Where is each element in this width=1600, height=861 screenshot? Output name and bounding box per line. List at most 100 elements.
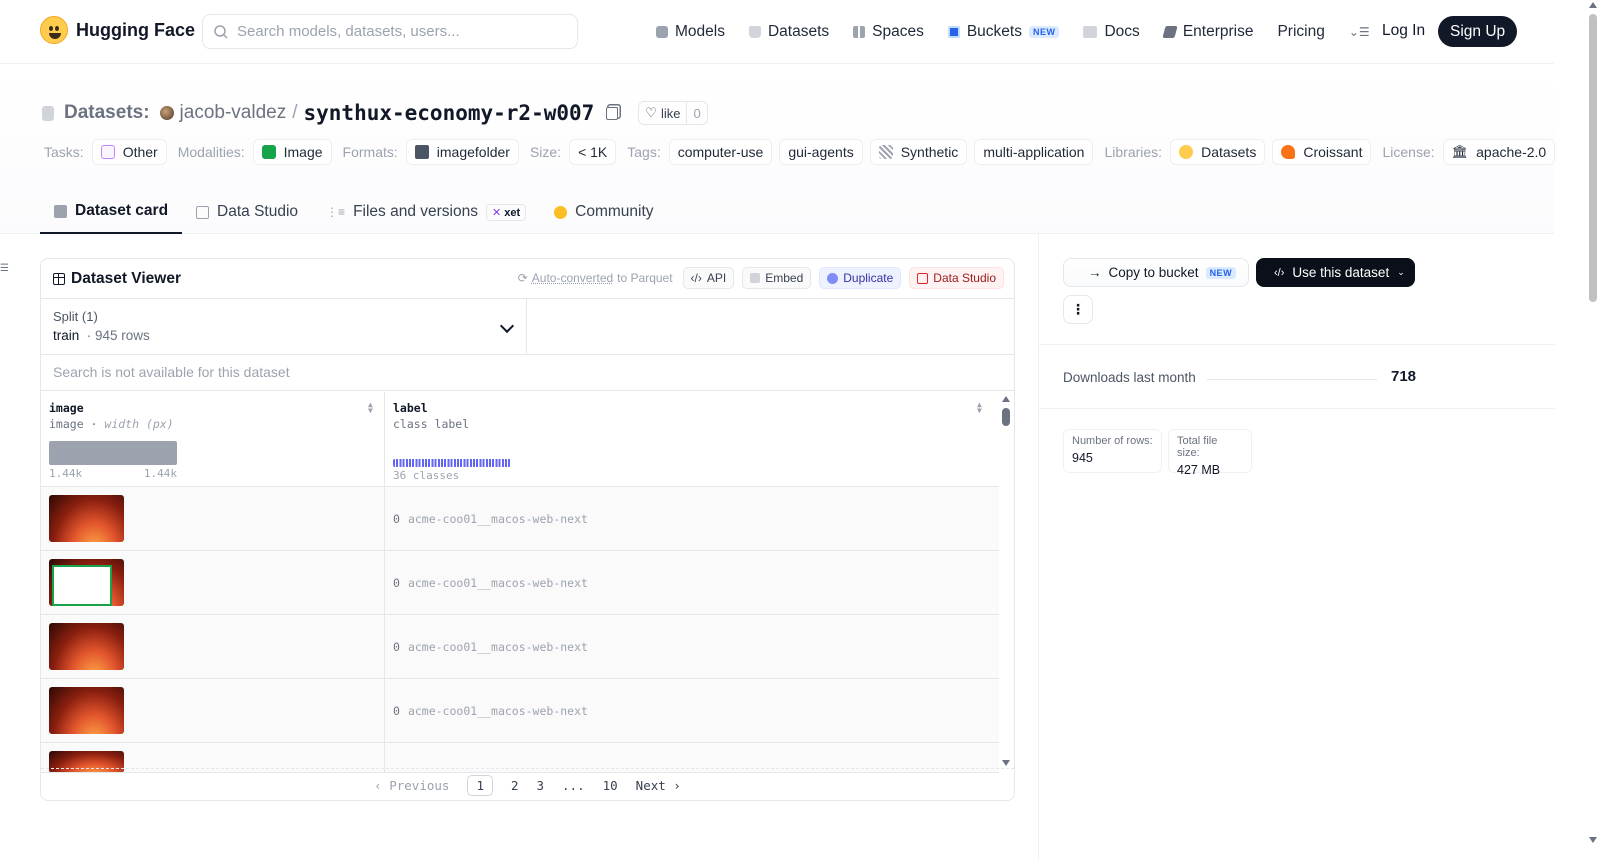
auto-converted-suffix: to Parquet bbox=[617, 271, 673, 285]
image-thumbnail[interactable] bbox=[49, 623, 124, 670]
auto-converted-link[interactable]: Auto-converted bbox=[532, 271, 613, 285]
sidebar-toggle-icon[interactable]: ☰ bbox=[0, 263, 9, 274]
split-value: train bbox=[53, 328, 80, 343]
column-header-label[interactable]: label class label 36 classes ▲ ▼ bbox=[385, 392, 999, 486]
nav-buckets[interactable]: Buckets NEW bbox=[947, 23, 1060, 41]
more-options-button[interactable]: ⋮ bbox=[1063, 295, 1093, 324]
scroll-up-icon[interactable] bbox=[1589, 2, 1597, 8]
page-10[interactable]: 10 bbox=[603, 778, 618, 793]
table-header: image image · width (px) 1.44k 1.44k ▲ ▼ l… bbox=[41, 392, 999, 487]
data-studio-button[interactable]: Data Studio bbox=[909, 267, 1004, 289]
image-thumbnail[interactable] bbox=[49, 559, 124, 606]
downloads-value: 718 bbox=[1391, 368, 1417, 385]
class-distribution-bar[interactable] bbox=[393, 459, 511, 467]
signup-button[interactable]: Sign Up bbox=[1438, 16, 1518, 47]
use-this-dataset-button[interactable]: ‹/› Use this dataset ⌄ bbox=[1256, 258, 1415, 287]
image-cell bbox=[41, 551, 385, 614]
logo[interactable]: Hugging Face bbox=[40, 16, 195, 44]
table-row[interactable]: 0 acme-coo01__macos-web-next bbox=[41, 679, 999, 743]
folder-icon bbox=[414, 145, 429, 159]
nav-more-menu[interactable]: ⌄☰ bbox=[1349, 25, 1370, 39]
column-type: class label bbox=[393, 417, 470, 431]
search-box[interactable] bbox=[202, 14, 578, 49]
scroll-up-icon[interactable] bbox=[1002, 396, 1010, 402]
label-text: acme-coo01__macos-web-next bbox=[407, 575, 588, 590]
tag-modality-image[interactable]: Image bbox=[252, 139, 332, 165]
tag-multi-application[interactable]: multi-application bbox=[974, 139, 1094, 165]
tag-license[interactable]: 🏛 apache-2.0 bbox=[1442, 139, 1556, 165]
dataset-tabs: Dataset card Data Studio ⋮≡ Files and ver… bbox=[40, 190, 668, 234]
page-1[interactable]: 1 bbox=[467, 775, 493, 796]
code-icon: ‹/› bbox=[1274, 266, 1285, 279]
tab-data-studio[interactable]: Data Studio bbox=[182, 190, 312, 234]
next-page-button[interactable]: Next › bbox=[636, 778, 681, 793]
formats-label: Formats: bbox=[342, 144, 398, 160]
button-label: API bbox=[706, 271, 727, 285]
nav-enterprise[interactable]: Enterprise bbox=[1162, 23, 1253, 41]
tag-computer-use[interactable]: computer-use bbox=[668, 139, 773, 165]
auto-converted-note[interactable]: ⟳ Auto-converted to Parquet bbox=[518, 271, 673, 285]
login-link[interactable]: Log In bbox=[1382, 22, 1425, 40]
stat-total-file-size: Total file size: 427 MB bbox=[1168, 429, 1252, 477]
search-input[interactable] bbox=[237, 23, 567, 40]
scroll-thumb[interactable] bbox=[1002, 408, 1010, 426]
like-button[interactable]: ♡ like 0 bbox=[638, 101, 708, 125]
tab-dataset-card[interactable]: Dataset card bbox=[40, 190, 183, 234]
tags-label: Tags: bbox=[627, 144, 661, 160]
page-scrollbar[interactable] bbox=[1586, 0, 1600, 861]
image-thumbnail[interactable] bbox=[49, 687, 124, 734]
nav-datasets[interactable]: Datasets bbox=[748, 23, 830, 41]
sort-icon[interactable]: ▲ ▼ bbox=[368, 401, 376, 415]
new-badge: NEW bbox=[1205, 266, 1237, 279]
table-scrollbar[interactable] bbox=[1002, 396, 1010, 766]
chip-label: gui-agents bbox=[788, 144, 854, 160]
image-thumbnail[interactable] bbox=[49, 495, 124, 542]
tag-library-datasets[interactable]: Datasets bbox=[1170, 139, 1266, 165]
sort-icon[interactable]: ▲ ▼ bbox=[977, 401, 985, 415]
split-label: Split (1) bbox=[53, 309, 98, 324]
table-row[interactable]: 0 acme-coo01__macos-web-next bbox=[41, 551, 999, 615]
scroll-down-icon[interactable] bbox=[1589, 837, 1597, 843]
tag-format-imagefolder[interactable]: imagefolder bbox=[405, 139, 519, 165]
hist-min: 1.44k bbox=[49, 467, 83, 480]
new-badge: NEW bbox=[1028, 26, 1060, 38]
tag-synthetic[interactable]: Synthetic bbox=[869, 139, 968, 165]
chip-label: Image bbox=[283, 144, 323, 160]
nav-label: Datasets bbox=[767, 23, 830, 40]
split-selector[interactable]: Split (1) train · 945 rows bbox=[41, 299, 527, 354]
nav-spaces[interactable]: Spaces bbox=[853, 23, 924, 41]
scroll-down-icon[interactable] bbox=[1002, 760, 1010, 766]
tasks-label: Tasks: bbox=[44, 144, 84, 160]
page-scroll-thumb[interactable] bbox=[1589, 14, 1597, 302]
column-header-image[interactable]: image image · width (px) 1.44k 1.44k ▲ ▼ bbox=[41, 392, 385, 486]
page-3[interactable]: 3 bbox=[537, 778, 545, 793]
viewer-header: Dataset Viewer ⟳ Auto-converted to Parquet… bbox=[41, 259, 1014, 299]
nav-docs[interactable]: Docs bbox=[1083, 23, 1140, 41]
page-2[interactable]: 2 bbox=[511, 778, 519, 793]
xet-badge: ✕ xet bbox=[485, 203, 527, 221]
embed-button[interactable]: Embed bbox=[742, 267, 812, 289]
tag-size[interactable]: < 1K bbox=[569, 139, 617, 165]
tag-library-croissant[interactable]: Croissant bbox=[1272, 139, 1372, 165]
tab-community[interactable]: Community bbox=[540, 190, 667, 234]
nav-pricing[interactable]: Pricing bbox=[1277, 23, 1324, 41]
dataset-name[interactable]: synthux-economy-r2-w007 bbox=[304, 101, 595, 125]
downloads-sparkline bbox=[1207, 379, 1377, 380]
synthetic-icon bbox=[878, 145, 893, 159]
table-row[interactable]: 0 acme-coo01__macos-web-next bbox=[41, 487, 999, 551]
copy-icon[interactable] bbox=[606, 106, 619, 120]
tag-gui-agents[interactable]: gui-agents bbox=[779, 139, 863, 165]
table-row[interactable]: 0 acme-coo01__macos-web-next bbox=[41, 615, 999, 679]
nav-models[interactable]: Models bbox=[656, 23, 725, 41]
owner-link[interactable]: jacob-valdez bbox=[180, 102, 287, 124]
hf-datasets-icon bbox=[1179, 145, 1194, 159]
tag-task-other[interactable]: Other bbox=[91, 139, 167, 165]
size-label: Size: bbox=[529, 144, 562, 160]
api-button[interactable]: ‹/› API bbox=[682, 267, 735, 289]
chip-label: computer-use bbox=[677, 144, 764, 160]
copy-to-bucket-button[interactable]: → Copy to bucket NEW bbox=[1063, 258, 1249, 287]
previous-page-button[interactable]: ‹ Previous bbox=[374, 778, 449, 793]
width-histogram[interactable] bbox=[49, 441, 177, 465]
tab-files-and-versions[interactable]: ⋮≡ Files and versions ✕ xet bbox=[312, 190, 540, 234]
duplicate-button[interactable]: Duplicate bbox=[819, 267, 902, 289]
